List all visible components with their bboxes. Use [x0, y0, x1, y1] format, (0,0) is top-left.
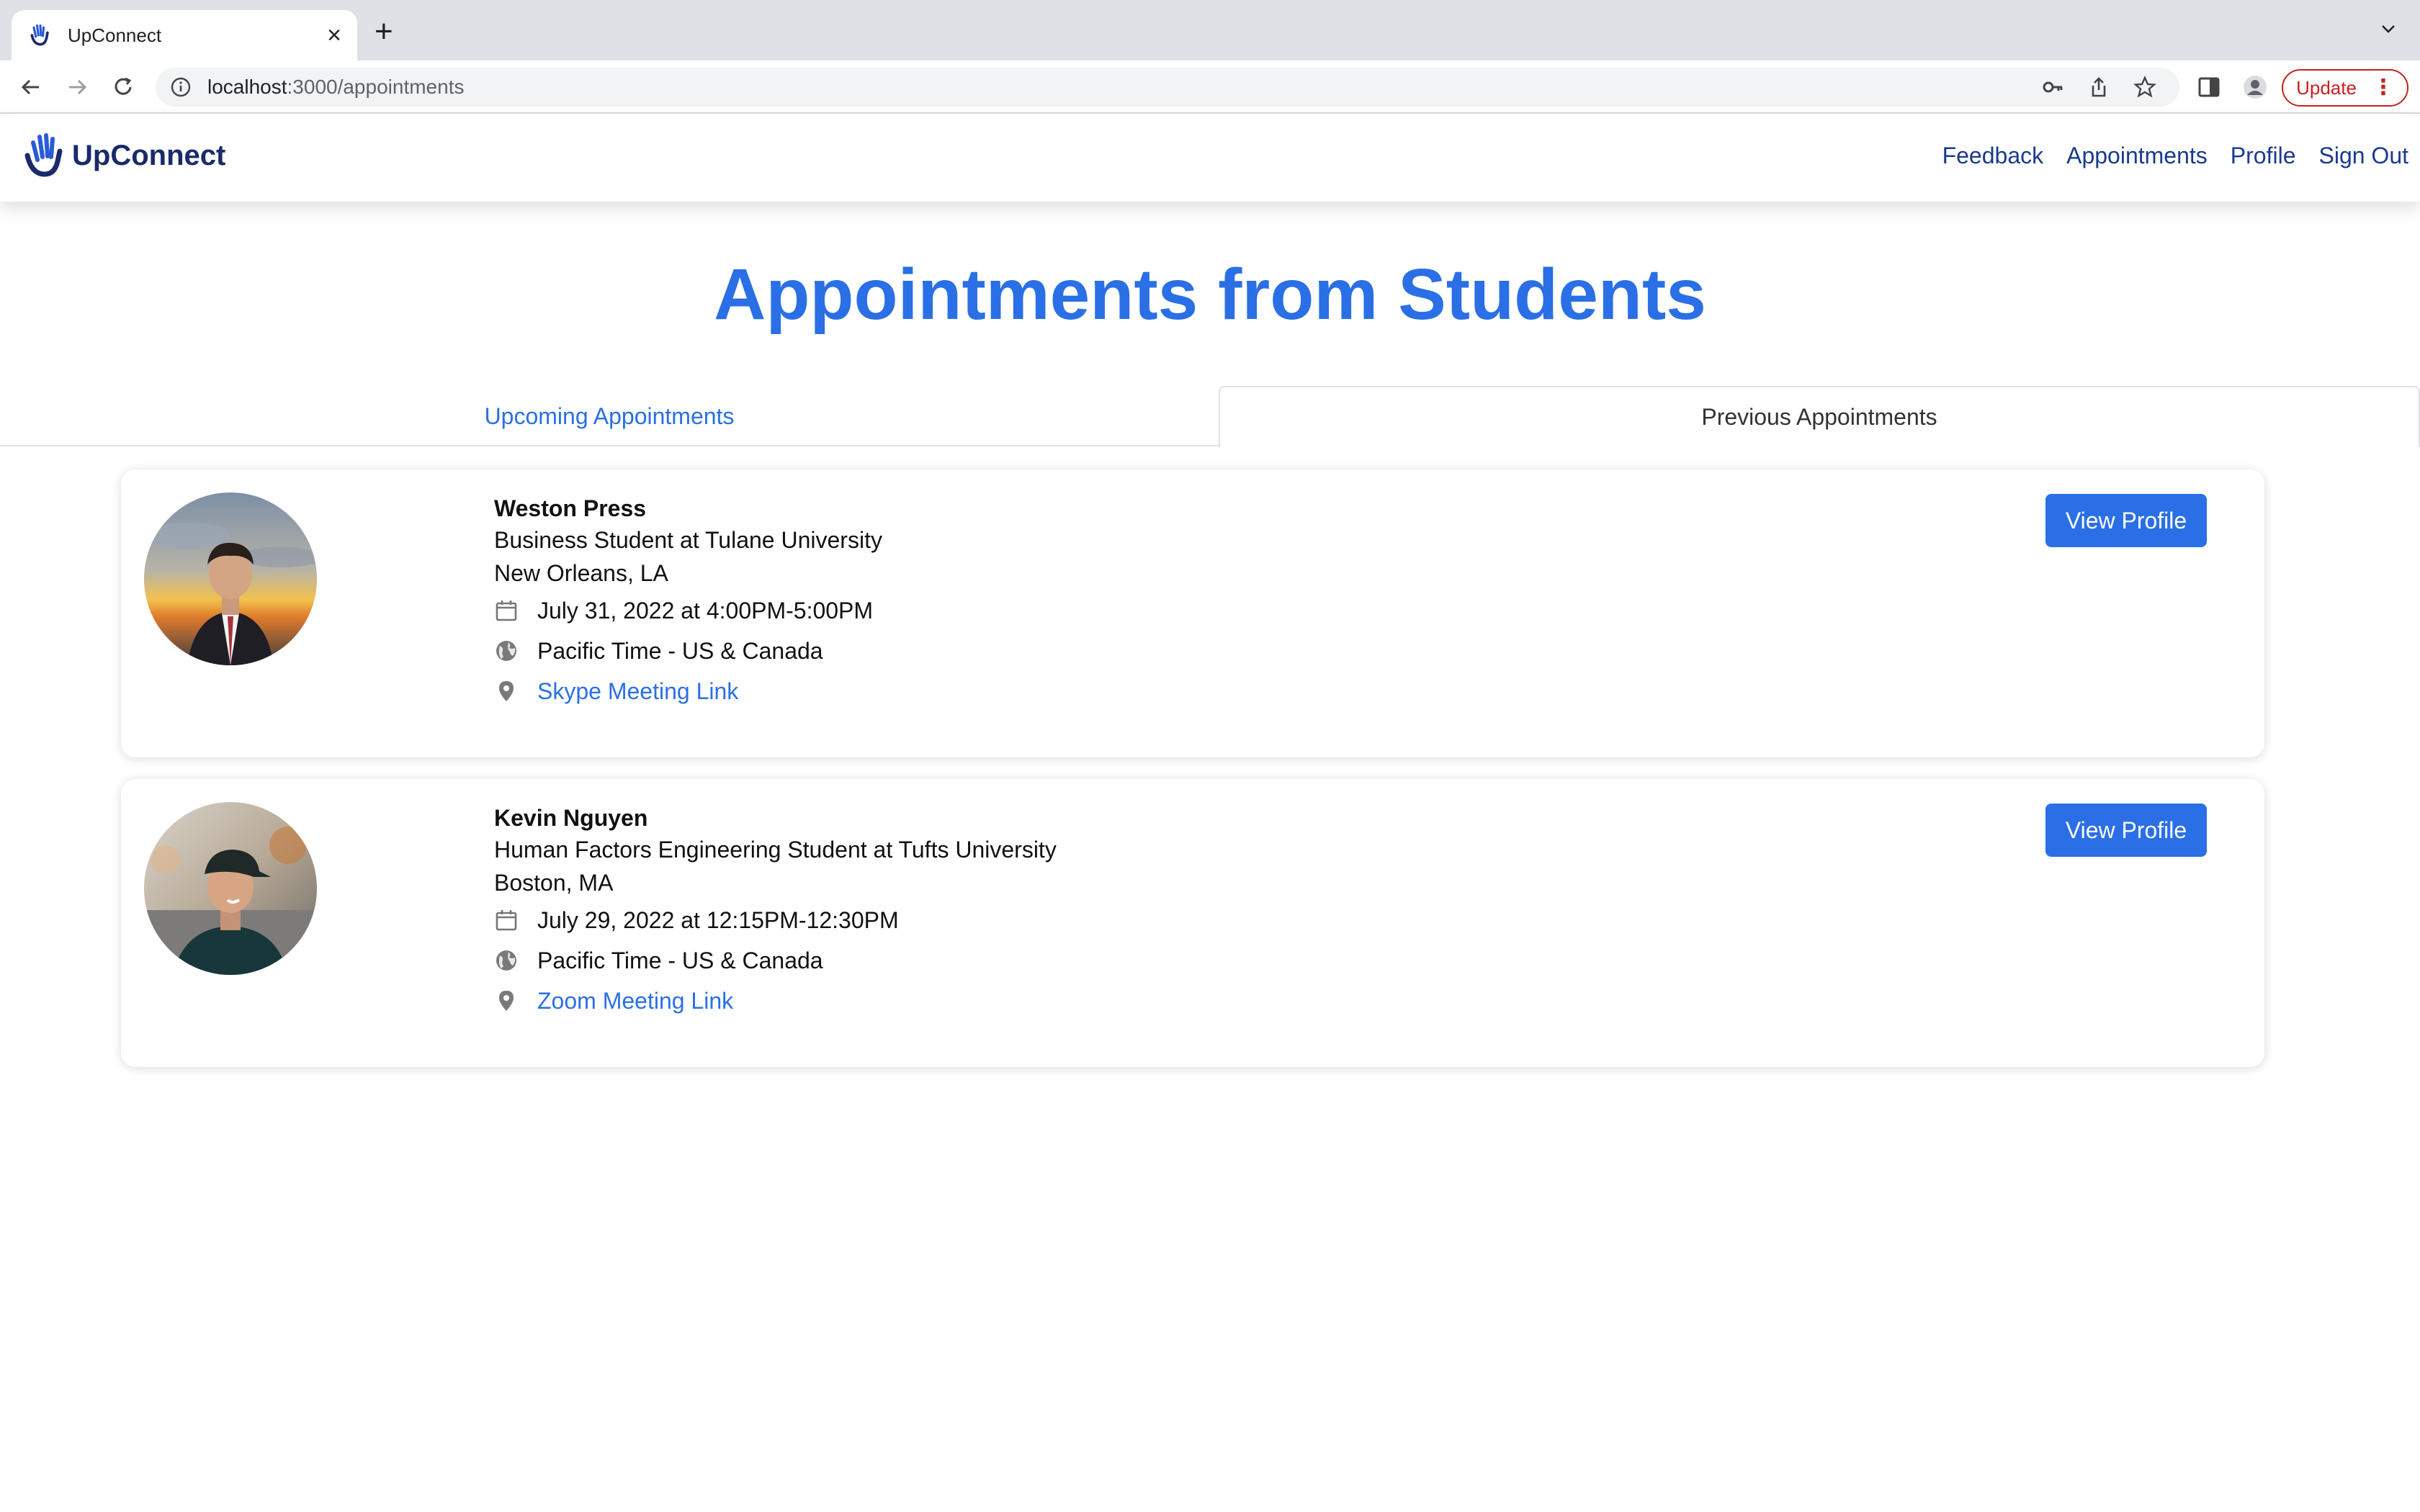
- student-location: New Orleans, LA: [494, 560, 668, 586]
- site-info-icon[interactable]: [170, 76, 192, 98]
- appointment-datetime: July 31, 2022 at 4:00PM-5:00PM: [537, 597, 874, 624]
- globe-icon: [496, 641, 516, 661]
- calendar-icon: [496, 600, 517, 621]
- globe-icon: [496, 950, 516, 971]
- nav-feedback[interactable]: Feedback: [1942, 143, 2044, 169]
- appointment-details: Kevin Nguyen Human Factors Engineering S…: [494, 802, 1057, 1021]
- browser-toolbar: localhost:3000/appointments Update ⋮: [0, 60, 2420, 114]
- appointment-tabs: Upcoming Appointments Previous Appointme…: [0, 386, 2420, 448]
- calendar-icon: [496, 910, 517, 931]
- hand-logo-icon: [24, 133, 63, 177]
- browser-tab[interactable]: UpConnect ×: [12, 10, 357, 60]
- app-navbar: UpConnect Feedback Appointments Profile …: [0, 114, 2420, 202]
- chevron-down-icon[interactable]: [2378, 19, 2398, 39]
- meeting-link[interactable]: Zoom Meeting Link: [537, 988, 733, 1014]
- back-arrow-icon[interactable]: [17, 73, 45, 101]
- main-nav: Feedback Appointments Profile Sign Out: [1919, 143, 2408, 169]
- browser-tab-bar: UpConnect × +: [0, 0, 2420, 60]
- student-headline: Business Student at Tulane University: [494, 527, 882, 553]
- map-pin-icon: [499, 991, 514, 1011]
- student-avatar: [144, 492, 317, 665]
- view-profile-button[interactable]: View Profile: [2045, 494, 2207, 547]
- forward-arrow-icon[interactable]: [63, 73, 91, 101]
- appointment-timezone-row: Pacific Time - US & Canada: [494, 940, 1057, 981]
- nav-appointments[interactable]: Appointments: [2066, 143, 2208, 169]
- student-location: Boston, MA: [494, 870, 614, 896]
- profile-avatar-icon[interactable]: [2243, 75, 2267, 99]
- side-panel-icon[interactable]: [2197, 75, 2221, 99]
- student-headline: Human Factors Engineering Student at Tuf…: [494, 837, 1057, 863]
- nav-profile[interactable]: Profile: [2231, 143, 2296, 169]
- student-avatar: [144, 802, 317, 975]
- meeting-link[interactable]: Skype Meeting Link: [537, 678, 738, 705]
- map-pin-icon: [499, 681, 514, 701]
- appointment-datetime-row: July 31, 2022 at 4:00PM-5:00PM: [494, 590, 882, 631]
- browser-tab-title: UpConnect: [68, 24, 162, 46]
- url-path: :3000/appointments: [287, 76, 465, 98]
- share-icon[interactable]: [2087, 76, 2110, 99]
- appointment-datetime-row: July 29, 2022 at 12:15PM-12:30PM: [494, 900, 1057, 940]
- brand-home-link[interactable]: UpConnect: [22, 130, 225, 181]
- bookmark-star-icon[interactable]: [2133, 76, 2156, 99]
- appointment-card: Weston Press Business Student at Tulane …: [121, 469, 2264, 757]
- appointment-details: Weston Press Business Student at Tulane …: [494, 492, 882, 711]
- close-tab-icon[interactable]: ×: [327, 23, 341, 48]
- reload-icon[interactable]: [109, 73, 137, 101]
- update-label: Update: [2296, 76, 2357, 99]
- view-profile-button[interactable]: View Profile: [2045, 804, 2207, 857]
- appointment-timezone: Pacific Time - US & Canada: [537, 637, 823, 664]
- appointment-location-row: Zoom Meeting Link: [494, 981, 1057, 1021]
- page-title: Appointments from Students: [714, 254, 1706, 335]
- key-icon[interactable]: [2041, 76, 2064, 99]
- address-bar[interactable]: localhost:3000/appointments: [156, 68, 2179, 107]
- tab-previous-appointments[interactable]: Previous Appointments: [1219, 386, 2420, 448]
- appointment-timezone: Pacific Time - US & Canada: [537, 947, 823, 973]
- appointment-timezone-row: Pacific Time - US & Canada: [494, 631, 882, 671]
- url-host: localhost: [207, 76, 287, 98]
- appointment-card: Kevin Nguyen Human Factors Engineering S…: [121, 779, 2264, 1067]
- tab-upcoming-appointments[interactable]: Upcoming Appointments: [0, 386, 1219, 446]
- nav-sign-out[interactable]: Sign Out: [2318, 143, 2408, 169]
- new-tab-icon[interactable]: +: [375, 16, 393, 48]
- student-name: Kevin Nguyen: [494, 805, 648, 831]
- upconnect-favicon-icon: [30, 24, 49, 46]
- more-menu-icon: ⋮: [2372, 76, 2394, 99]
- appointment-location-row: Skype Meeting Link: [494, 671, 882, 711]
- brand-name: UpConnect: [72, 139, 226, 171]
- update-button[interactable]: Update ⋮: [2282, 69, 2408, 107]
- appointment-datetime: July 29, 2022 at 12:15PM-12:30PM: [537, 906, 899, 933]
- student-name: Weston Press: [494, 495, 647, 521]
